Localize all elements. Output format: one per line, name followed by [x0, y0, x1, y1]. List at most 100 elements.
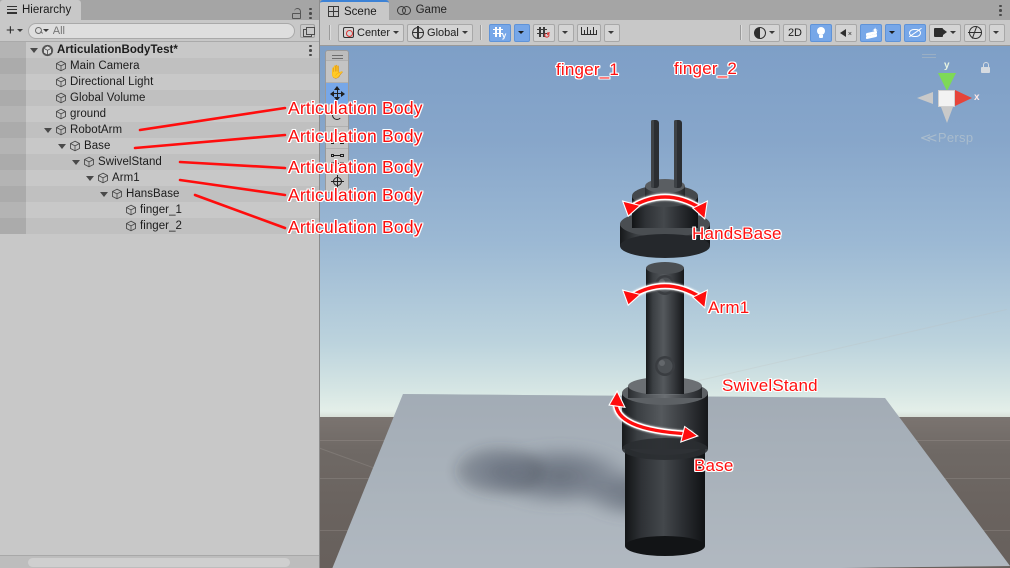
hierarchy-tree[interactable]: ArticulationBodyTest* Main Camera Directio…: [0, 42, 319, 555]
hierarchy-item-finger_1[interactable]: finger_1: [0, 202, 319, 218]
rotate-tool-icon: [331, 109, 344, 122]
gizmo-drag-handle-icon[interactable]: [922, 54, 936, 60]
row-kebab-menu-icon[interactable]: [309, 44, 312, 57]
tab-hierarchy[interactable]: Hierarchy: [0, 0, 82, 20]
expand-triangle-icon[interactable]: [30, 47, 38, 53]
lock-icon[interactable]: [292, 8, 301, 19]
gizmo-lock-icon[interactable]: [981, 62, 990, 73]
effects-dropdown[interactable]: [885, 23, 901, 42]
tab-game[interactable]: Game: [389, 0, 459, 20]
transform-tool-icon: [330, 175, 344, 188]
grid-snapping-button[interactable]: ↺: [532, 23, 555, 42]
toolbar-divider: [479, 25, 482, 40]
hierarchy-item-label: Main Camera: [70, 60, 140, 72]
expand-triangle-icon[interactable]: [86, 175, 94, 181]
2d-toggle-button[interactable]: 2D: [782, 23, 807, 42]
hierarchy-item-robotarm[interactable]: RobotArm: [0, 122, 319, 138]
hierarchy-item-label: ground: [70, 108, 107, 120]
scale-tool-icon: [330, 131, 344, 144]
audio-mute-button[interactable]: ×: [835, 23, 857, 42]
row-gutter: [0, 186, 26, 202]
gizmo-axis-y[interactable]: [938, 73, 956, 91]
hand-tool-button[interactable]: ✋: [326, 60, 348, 82]
hierarchy-item-base[interactable]: Base: [0, 138, 319, 154]
hierarchy-item-articulationbodytest[interactable]: ArticulationBodyTest*: [0, 42, 319, 58]
overlay-panel-icon[interactable]: [300, 23, 315, 38]
hierarchy-item-label: RobotArm: [70, 124, 123, 136]
hierarchy-item-arm1[interactable]: Arm1: [0, 170, 319, 186]
add-gameobject-button[interactable]: +: [4, 23, 25, 38]
ruler-options-dropdown[interactable]: [603, 23, 620, 42]
scene-tab-bar: Scene Game: [320, 0, 1010, 20]
hierarchy-item-finger_2[interactable]: finger_2: [0, 218, 319, 234]
chevron-down-icon: [950, 31, 956, 34]
hierarchy-panel: Hierarchy + ArticulationBodyTest* Main Ca…: [0, 0, 320, 568]
row-gutter: [0, 218, 26, 234]
snap-options-dropdown[interactable]: [557, 23, 574, 42]
chevron-left-icon: ≪: [919, 130, 939, 145]
gizmos-dropdown[interactable]: [989, 23, 1005, 42]
scene-camera-button[interactable]: [929, 23, 961, 42]
hierarchy-item-label: Directional Light: [70, 76, 154, 88]
gizmos-button[interactable]: [964, 23, 986, 42]
hierarchy-item-label: SwivelStand: [98, 156, 162, 168]
move-tool-button[interactable]: [326, 82, 348, 104]
kebab-menu-icon[interactable]: [309, 7, 312, 20]
gizmos-globe-icon: [968, 26, 982, 39]
gizmo-projection-mode[interactable]: ≪Persp: [919, 130, 973, 146]
hierarchy-horizontal-scrollbar[interactable]: [0, 555, 319, 568]
chevron-down-icon: [768, 31, 775, 34]
gizmo-x-label: x: [974, 92, 980, 103]
gizmo-axis-negative-y[interactable]: [940, 107, 953, 123]
scene-visibility-button[interactable]: [904, 23, 926, 42]
hierarchy-toolbar: +: [0, 20, 319, 42]
gameobject-icon: [55, 108, 67, 120]
expand-triangle-icon[interactable]: [44, 127, 52, 133]
chevron-down-icon: [517, 31, 524, 34]
hierarchy-item-swivelstand[interactable]: SwivelStand: [0, 154, 319, 170]
row-gutter: [0, 106, 26, 122]
gizmo-axis-x[interactable]: [955, 90, 972, 106]
expand-triangle-icon[interactable]: [72, 159, 80, 165]
rect-tool-button[interactable]: [326, 148, 348, 170]
pivot-mode-button[interactable]: Center: [338, 23, 405, 42]
scene-view-gizmo[interactable]: y x ≪Persp: [912, 54, 992, 149]
search-input[interactable]: [48, 24, 292, 37]
gizmo-center-cube[interactable]: [938, 90, 955, 107]
transform-tool-button[interactable]: [326, 170, 348, 192]
handle-space-button[interactable]: Global: [407, 23, 473, 42]
tab-scene[interactable]: Scene: [320, 0, 389, 20]
hierarchy-item-maincamera[interactable]: Main Camera: [0, 58, 319, 74]
hierarchy-item-globalvolume[interactable]: Global Volume: [0, 90, 319, 106]
gameobject-icon: [97, 172, 109, 184]
chevron-down-icon: [993, 31, 999, 34]
grid-icon: [328, 6, 339, 17]
scene-lighting-button[interactable]: [810, 23, 832, 42]
expand-triangle-icon[interactable]: [100, 191, 108, 197]
scale-tool-button[interactable]: [326, 126, 348, 148]
pivot-mode-label: Center: [357, 26, 391, 39]
scrollbar-thumb[interactable]: [28, 558, 290, 567]
row-gutter: [0, 42, 26, 58]
row-gutter: [0, 74, 26, 90]
ruler-button[interactable]: [576, 23, 601, 42]
shading-mode-button[interactable]: [748, 23, 780, 42]
row-gutter: [0, 154, 26, 170]
drag-handle-icon[interactable]: [326, 51, 348, 60]
kebab-menu-icon[interactable]: [999, 4, 1002, 17]
globe-icon: [411, 26, 425, 39]
gizmo-axis-negative-x[interactable]: [917, 92, 933, 104]
hierarchy-item-directionallight[interactable]: Directional Light: [0, 74, 319, 90]
hierarchy-item-hansbase[interactable]: HansBase: [0, 186, 319, 202]
row-gutter: [0, 138, 26, 154]
scene-viewport[interactable]: ✋ y x ≪Persp: [320, 46, 1010, 568]
hierarchy-item-ground[interactable]: ground: [0, 106, 319, 122]
rotate-tool-button[interactable]: [326, 104, 348, 126]
effects-button[interactable]: ✦: [860, 23, 882, 42]
pivot-center-icon: [343, 27, 354, 38]
camera-icon: [934, 28, 947, 37]
grid-visibility-button[interactable]: y: [488, 23, 511, 42]
expand-triangle-icon[interactable]: [58, 143, 66, 149]
hierarchy-search[interactable]: [27, 22, 295, 39]
grid-options-dropdown[interactable]: [513, 23, 530, 42]
